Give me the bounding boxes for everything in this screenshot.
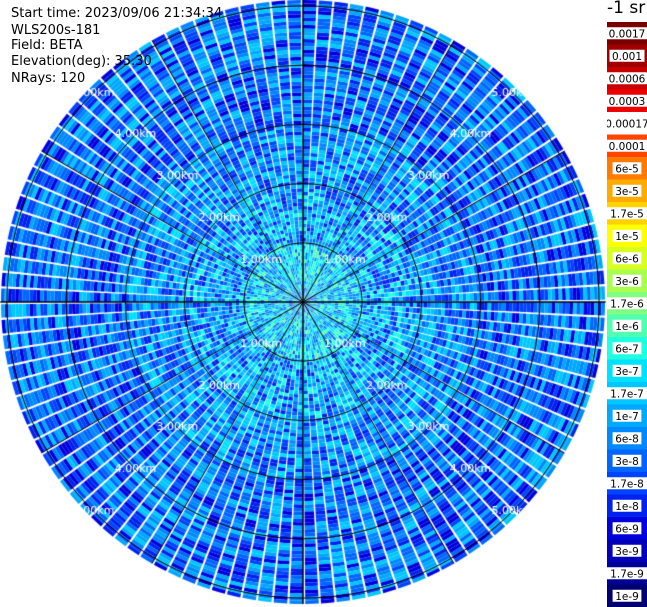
colorbar-tick-label: 6e-9 — [615, 523, 639, 535]
colorbar-tick-label: 3e-7 — [615, 366, 639, 378]
colorbar-tick-label: 0.0003 — [609, 96, 646, 108]
colorbar-tick-label: 6e-6 — [615, 253, 639, 265]
colorbar-tick-label: 0.0006 — [609, 73, 646, 85]
colorbar-tick-label: 0.0017 — [609, 28, 646, 40]
ppi-radar-plot — [0, 0, 647, 607]
elevation-label: Elevation(deg): 35.30 — [11, 54, 152, 69]
colorbar-tick-label: 3e-5 — [615, 186, 639, 198]
colorbar-tick-label: 0.00017 — [607, 118, 647, 130]
instrument-label: WLS200s-181 — [11, 23, 101, 38]
colorbar-tick-label: 6e-7 — [615, 343, 639, 355]
colorbar-tick-label: 1e-5 — [615, 231, 639, 243]
colorbar-tick-label: 1.7e-9 — [610, 568, 644, 580]
colorbar-tick-label: 1.7e-6 — [610, 298, 644, 310]
colorbar-tick-label: 1e-7 — [615, 411, 639, 423]
colorbar: 0.0017 0.001 0.0006 0.0003 0.00017 0.0001 6e-5… — [607, 22, 647, 607]
nrays-label: NRays: 120 — [11, 71, 86, 86]
colorbar-tick-label: 1.7e-7 — [610, 388, 644, 400]
colorbar-tick-label: 3e-6 — [615, 276, 639, 288]
colorbar-tick-label: 0.0001 — [609, 141, 646, 153]
colorbar-tick-label: 1e-9 — [615, 591, 639, 603]
colorbar-tick-label: 3e-8 — [615, 456, 639, 468]
colorbar-tick-label: 1e-6 — [615, 321, 639, 333]
colorbar-tick-label: 6e-5 — [615, 163, 639, 175]
colorbar-unit-label: -1 sr — [607, 0, 646, 18]
colorbar-tick-label: 1.7e-5 — [610, 208, 644, 220]
colorbar-tick-label: 0.001 — [612, 51, 642, 63]
start-time-label: Start time: 2023/09/06 21:34:34 — [11, 6, 223, 21]
colorbar-tick-label: 6e-8 — [615, 433, 639, 445]
colorbar-tick-label: 1.7e-8 — [610, 478, 644, 490]
colorbar-tick-label: 1e-8 — [615, 501, 639, 513]
field-label: Field: BETA — [11, 38, 83, 53]
colorbar-tick-label: 3e-9 — [615, 546, 639, 558]
